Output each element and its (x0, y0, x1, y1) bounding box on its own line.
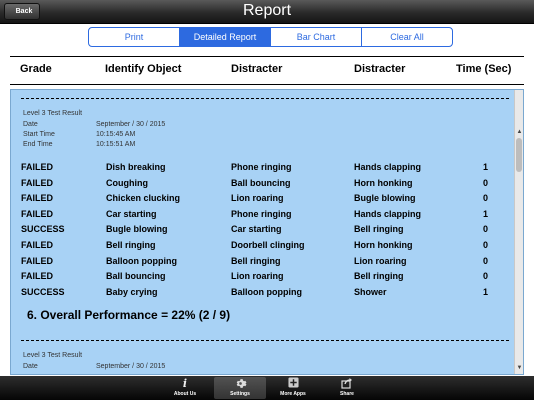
row-distracter-2: Hands clapping (354, 162, 422, 172)
dashed-divider (21, 98, 509, 99)
report-scroll-panel[interactable]: Level 3 Test Result Date September / 30 … (10, 89, 524, 375)
result-title: Level 3 Test Result (23, 110, 83, 117)
overall-performance: 6. Overall Performance = 22% (2 / 9) (27, 308, 231, 322)
column-header-grade: Grade (20, 63, 52, 75)
column-header-distracter-2: Distracter (354, 63, 406, 75)
plus-icon (287, 377, 299, 391)
row-identify-object: Bell ringing (106, 240, 156, 250)
top-nav-bar: Back Report (0, 0, 534, 24)
row-distracter-1: Balloon popping (231, 286, 302, 297)
row-grade: FAILED (21, 162, 54, 172)
share-icon (341, 377, 353, 391)
gear-icon (234, 377, 247, 391)
bar-chart-segment[interactable]: Bar Chart (271, 28, 362, 46)
row-time: 0 (483, 255, 489, 266)
row-time: 1 (483, 286, 489, 297)
row-identify-object: Bugle blowing (106, 224, 168, 235)
scroll-down-arrow-icon[interactable]: ▼ (516, 364, 523, 372)
tab-share[interactable]: Share (321, 377, 373, 399)
tab-more-apps[interactable]: More Apps (267, 377, 319, 399)
row-identify-object: Coughing (106, 177, 148, 188)
row-grade: FAILED (21, 255, 54, 266)
row-time: 0 (483, 193, 489, 204)
date-value: September / 30 / 2015 (96, 121, 166, 128)
row-grade: FAILED (21, 193, 54, 204)
header-divider-top (10, 56, 524, 57)
row-grade: FAILED (21, 271, 54, 282)
clear-all-segment[interactable]: Clear All (362, 28, 452, 46)
row-distracter-1: Lion roaring (231, 271, 284, 282)
row-distracter-1: Phone ringing (231, 162, 292, 172)
row-identify-object: Dish breaking (106, 162, 166, 172)
row-distracter-2: Lion roaring (354, 255, 407, 266)
column-header-time: Time (Sec) (456, 63, 512, 75)
row-grade: FAILED (21, 177, 54, 188)
row-distracter-2: Bell ringing (354, 224, 404, 235)
row-time: 0 (483, 271, 489, 282)
row-grade: FAILED (21, 240, 54, 250)
row-time: 0 (483, 240, 489, 250)
row-distracter-1: Phone ringing (231, 208, 292, 219)
row-distracter-2: Horn honking (354, 177, 413, 188)
row-grade: SUCCESS (21, 224, 65, 235)
row-time: 1 (483, 208, 489, 219)
bottom-tab-bar: i About Us Settings More Apps Share (0, 376, 534, 400)
tab-label: Settings (230, 391, 250, 397)
start-time-label: Start Time (23, 131, 55, 138)
scroll-up-arrow-icon[interactable]: ▲ (516, 128, 523, 136)
row-time: 0 (483, 177, 489, 188)
column-header-distracter-1: Distracter (231, 63, 283, 75)
next-result-title: Level 3 Test Result (23, 352, 83, 359)
tab-about-us[interactable]: i About Us (159, 377, 211, 399)
row-time: 1 (483, 162, 489, 172)
next-date-value: September / 30 / 2015 (96, 363, 166, 370)
column-header-identify-object: Identify Object (105, 63, 182, 75)
row-distracter-2: Bell ringing (354, 271, 404, 282)
tab-settings[interactable]: Settings (214, 377, 266, 399)
row-identify-object: Car starting (106, 208, 157, 219)
row-time: 0 (483, 224, 489, 235)
tab-label: Share (340, 391, 354, 397)
row-identify-object: Chicken clucking (106, 193, 181, 204)
row-distracter-2: Bugle blowing (354, 193, 416, 204)
row-distracter-2: Hands clapping (354, 208, 422, 219)
row-distracter-2: Horn honking (354, 240, 413, 250)
row-identify-object: Ball bouncing (106, 271, 166, 282)
row-distracter-1: Lion roaring (231, 193, 284, 204)
dashed-divider (21, 340, 509, 341)
tab-label: More Apps (280, 391, 306, 397)
info-icon: i (182, 377, 188, 390)
date-label: Date (23, 121, 38, 128)
vertical-scrollbar[interactable]: ▲ ▼ (514, 90, 523, 374)
row-distracter-1: Doorbell clinging (231, 240, 305, 250)
print-segment[interactable]: Print (89, 28, 180, 46)
row-distracter-2: Shower (354, 286, 387, 297)
row-distracter-1: Bell ringing (231, 255, 281, 266)
detailed-report-segment[interactable]: Detailed Report (180, 28, 271, 46)
page-title: Report (242, 2, 292, 19)
row-grade: FAILED (21, 208, 54, 219)
next-date-label: Date (23, 363, 38, 370)
row-identify-object: Balloon popping (106, 255, 177, 266)
row-grade: SUCCESS (21, 286, 65, 297)
start-time-value: 10:15:45 AM (96, 131, 136, 138)
report-segmented-control: Print Detailed Report Bar Chart Clear Al… (88, 27, 453, 47)
tab-label: About Us (173, 391, 197, 397)
header-divider-bottom (10, 84, 524, 85)
row-distracter-1: Car starting (231, 224, 282, 235)
end-time-label: End Time (23, 141, 53, 148)
end-time-value: 10:15:51 AM (96, 141, 136, 148)
row-distracter-1: Ball bouncing (231, 177, 291, 188)
scroll-thumb[interactable] (516, 138, 522, 172)
row-identify-object: Baby crying (106, 286, 158, 297)
